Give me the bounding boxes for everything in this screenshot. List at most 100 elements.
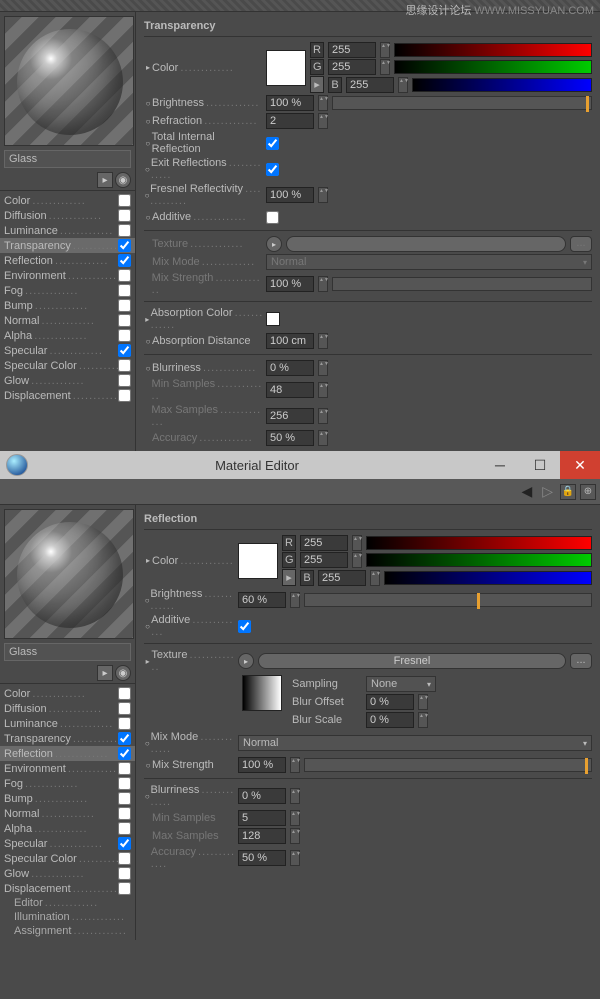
b-input[interactable] <box>346 77 394 93</box>
arrow-icon[interactable]: ▸ <box>97 665 113 681</box>
channel-checkbox[interactable] <box>118 882 131 895</box>
channel-glow[interactable]: Glow <box>0 866 135 881</box>
g-spinner[interactable]: ▲▼ <box>352 552 362 568</box>
channel-assignment[interactable]: Assignment <box>0 924 135 938</box>
channel-checkbox[interactable] <box>118 374 131 387</box>
color-swatch[interactable] <box>266 50 306 86</box>
channel-checkbox[interactable] <box>118 344 131 357</box>
nav-fwd-icon[interactable]: ▷ <box>539 483 556 500</box>
texture-field[interactable]: Fresnel <box>258 653 566 669</box>
channel-transparency[interactable]: Transparency <box>0 238 135 253</box>
channel-checkbox[interactable] <box>118 389 131 402</box>
b-input[interactable] <box>318 570 366 586</box>
channel-displacement[interactable]: Displacement <box>0 881 135 896</box>
r-slider[interactable] <box>394 43 592 57</box>
additive-checkbox[interactable] <box>238 620 251 633</box>
channel-fog[interactable]: Fog <box>0 776 135 791</box>
channel-checkbox[interactable] <box>118 747 131 760</box>
channel-checkbox[interactable] <box>118 329 131 342</box>
channel-checkbox[interactable] <box>118 239 131 252</box>
minimize-button[interactable]: ─ <box>480 451 520 479</box>
mixstr-spinner[interactable]: ▲▼ <box>318 276 328 292</box>
channel-alpha[interactable]: Alpha <box>0 821 135 836</box>
titlebar[interactable]: Material Editor ─ ☐ ✕ <box>0 451 600 479</box>
channel-specular[interactable]: Specular <box>0 836 135 851</box>
absorb-color-swatch[interactable] <box>266 312 280 326</box>
channel-checkbox[interactable] <box>118 717 131 730</box>
channel-environment[interactable]: Environment <box>0 268 135 283</box>
channel-checkbox[interactable] <box>118 269 131 282</box>
nav-back-icon[interactable]: ◀ <box>518 483 535 500</box>
channel-checkbox[interactable] <box>118 314 131 327</box>
channel-normal[interactable]: Normal <box>0 806 135 821</box>
new-instance-icon[interactable]: ⊕ <box>580 484 596 500</box>
channel-color[interactable]: Color <box>0 686 135 701</box>
channel-checkbox[interactable] <box>118 209 131 222</box>
channel-specular[interactable]: Specular <box>0 343 135 358</box>
channel-editor[interactable]: Editor <box>0 896 135 910</box>
r-spinner[interactable]: ▲▼ <box>380 42 390 58</box>
g-input[interactable] <box>328 59 376 75</box>
material-preview[interactable] <box>4 16 134 146</box>
channel-color[interactable]: Color <box>0 193 135 208</box>
channel-checkbox[interactable] <box>118 837 131 850</box>
channel-checkbox[interactable] <box>118 777 131 790</box>
channel-checkbox[interactable] <box>118 299 131 312</box>
channel-specular-color[interactable]: Specular Color <box>0 851 135 866</box>
refraction-input[interactable] <box>266 113 314 129</box>
blur-input[interactable] <box>238 788 286 804</box>
channel-transparency[interactable]: Transparency <box>0 731 135 746</box>
channel-checkbox[interactable] <box>118 867 131 880</box>
blurscale-input[interactable] <box>366 712 414 728</box>
channel-specular-color[interactable]: Specular Color <box>0 358 135 373</box>
absdist-input[interactable] <box>266 333 314 349</box>
channel-normal[interactable]: Normal <box>0 313 135 328</box>
texture-browse-button[interactable]: ... <box>570 236 592 252</box>
channel-checkbox[interactable] <box>118 194 131 207</box>
channel-environment[interactable]: Environment <box>0 761 135 776</box>
lock-icon[interactable]: 🔒 <box>560 484 576 500</box>
channel-bump[interactable]: Bump <box>0 298 135 313</box>
blur-input[interactable] <box>266 360 314 376</box>
channel-displacement[interactable]: Displacement <box>0 388 135 403</box>
b-spinner[interactable]: ▲▼ <box>370 570 380 586</box>
color-swatch[interactable] <box>238 543 278 579</box>
additive-checkbox[interactable] <box>266 211 279 224</box>
fresnel-spinner[interactable]: ▲▼ <box>318 187 328 203</box>
bluroff-spinner[interactable]: ▲▼ <box>418 694 428 710</box>
brightness-spinner[interactable]: ▲▼ <box>290 592 300 608</box>
tir-checkbox[interactable] <box>266 137 279 150</box>
r-slider[interactable] <box>366 536 592 550</box>
material-name-field[interactable]: Glass <box>4 150 131 168</box>
b-expand-button[interactable]: ▸ <box>310 76 324 93</box>
mixstr-slider[interactable] <box>332 277 592 291</box>
brightness-input[interactable] <box>238 592 286 608</box>
target-icon[interactable]: ◉ <box>115 665 131 681</box>
blur-spinner[interactable]: ▲▼ <box>318 360 328 376</box>
channel-checkbox[interactable] <box>118 762 131 775</box>
mixmode-dropdown[interactable]: Normal▾ <box>266 254 592 270</box>
channel-checkbox[interactable] <box>118 822 131 835</box>
blur-spinner[interactable]: ▲▼ <box>290 788 300 804</box>
texture-menu-button[interactable]: ▸ <box>266 236 282 252</box>
channel-diffusion[interactable]: Diffusion <box>0 208 135 223</box>
channel-luminance[interactable]: Luminance <box>0 716 135 731</box>
channel-fog[interactable]: Fog <box>0 283 135 298</box>
expand-icon[interactable]: ▸ <box>144 63 152 72</box>
close-button[interactable]: ✕ <box>560 451 600 479</box>
g-slider[interactable] <box>394 60 592 74</box>
b-spinner[interactable]: ▲▼ <box>398 77 408 93</box>
exit-refl-checkbox[interactable] <box>266 163 279 176</box>
target-icon[interactable]: ◉ <box>115 172 131 188</box>
b-slider[interactable] <box>412 78 592 92</box>
expand-icon[interactable]: ▸ <box>144 556 152 565</box>
channel-alpha[interactable]: Alpha <box>0 328 135 343</box>
channel-checkbox[interactable] <box>118 284 131 297</box>
channel-illumination[interactable]: Illumination <box>0 910 135 924</box>
channel-bump[interactable]: Bump <box>0 791 135 806</box>
mixstr-input[interactable] <box>238 757 286 773</box>
absdist-spinner[interactable]: ▲▼ <box>318 333 328 349</box>
channel-checkbox[interactable] <box>118 359 131 372</box>
material-name-field[interactable]: Glass <box>4 643 131 661</box>
g-slider[interactable] <box>366 553 592 567</box>
